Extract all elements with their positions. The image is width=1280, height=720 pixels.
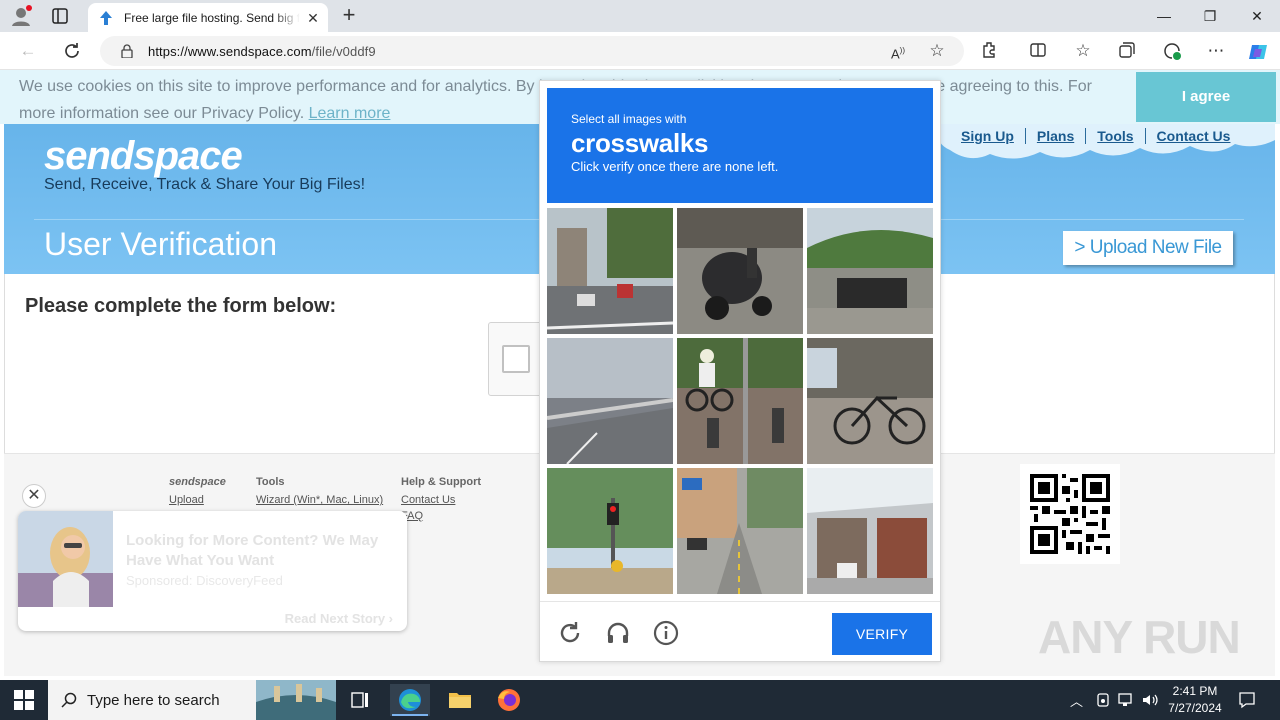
footer-col-sendspace: sendspace Upload [169,474,226,508]
minimize-button[interactable]: — [1154,6,1174,26]
ad-thumbnail-image [18,511,113,607]
page-title: User Verification [44,226,277,262]
footer-link-wizard[interactable]: Wizard (Win*, Mac, Linux) [256,492,383,508]
ad-read-next-link[interactable]: Read Next Story › [285,611,393,626]
restore-button[interactable]: ❐ [1200,6,1220,26]
qr-code [1020,464,1120,564]
agree-button[interactable]: I agree [1136,72,1276,122]
ad-sponsor: Sponsored: DiscoveryFeed [126,573,283,588]
captcha-checkbox[interactable] [502,345,530,373]
extensions-icon[interactable] [981,41,1001,61]
task-view-icon[interactable] [340,684,380,716]
close-window-button[interactable]: ✕ [1247,6,1267,26]
audio-challenge-icon[interactable] [605,620,631,646]
learn-more-link[interactable]: Learn more [309,105,391,122]
file-explorer-icon[interactable] [440,684,480,716]
tab-active[interactable]: Free large file hosting. Send big files … [88,3,328,32]
captcha-tile-5[interactable] [677,338,803,464]
lock-icon[interactable] [120,44,134,58]
captcha-checkbox-widget [488,322,542,396]
top-nav: Sign Up Plans Tools Contact Us [950,128,1241,144]
copilot-icon[interactable] [1247,41,1267,61]
captcha-tile-6[interactable] [807,338,933,464]
footer-link-upload[interactable]: Upload [169,492,226,508]
footer-col-tools: Tools Wizard (Win*, Mac, Linux) [256,474,383,508]
sendspace-logo[interactable]: sendspace [44,134,243,179]
refresh-icon[interactable] [62,41,82,61]
site-tagline: Send, Receive, Track & Share Your Big Fi… [44,176,366,193]
browser-toolbar: ← https://www.sendspace.com/file/v0ddf9 … [0,32,1280,70]
info-icon[interactable] [653,620,679,646]
footer-heading: sendspace [169,476,226,488]
clock-time: 2:41 PM [1172,684,1218,698]
search-highlight-image [256,680,336,720]
captcha-tile-4[interactable] [547,338,673,464]
footer-col-help: Help & Support Contact Us FAQ [401,474,481,524]
favorites-icon[interactable]: ☆ [1073,41,1093,61]
profile-icon[interactable] [10,5,32,27]
read-aloud-icon[interactable]: A)) [888,41,908,61]
anyrun-watermark: ANY RUN [1038,611,1241,663]
volume-icon[interactable] [1141,692,1159,708]
back-icon[interactable]: ← [18,41,38,61]
nav-tools[interactable]: Tools [1086,128,1146,144]
nav-plans[interactable]: Plans [1026,128,1087,144]
captcha-tile-3[interactable] [807,208,933,334]
network-icon[interactable] [1118,692,1136,708]
footer-link-contact[interactable]: Contact Us [401,492,481,508]
captcha-target: crosswalks [571,128,709,158]
captcha-tile-9[interactable] [807,468,933,594]
search-placeholder: Type here to search [87,691,220,709]
captcha-image-grid [547,208,935,596]
captcha-hint: Click verify once there are none left. [571,159,779,174]
search-icon [61,692,77,708]
captcha-footer: VERIFY [540,601,940,662]
tab-actions-icon[interactable] [50,6,70,26]
captcha-header: Select all images with crosswalks Click … [547,88,933,203]
captcha-tile-2[interactable] [677,208,803,334]
favorite-star-icon[interactable]: ☆ [927,41,947,61]
collections-icon[interactable] [1118,41,1138,61]
windows-start-icon[interactable] [14,690,34,710]
ad-close-button[interactable]: ✕ [22,484,46,508]
sponsored-ad-card[interactable]: Looking for More Content? We May Have Wh… [18,511,407,631]
address-bar[interactable]: https://www.sendspace.com/file/v0ddf9 [100,36,964,66]
split-screen-icon[interactable] [1029,41,1049,61]
firefox-icon[interactable] [489,684,529,716]
clock-date: 7/27/2024 [1168,701,1222,715]
captcha-challenge-dialog: Select all images with crosswalks Click … [539,80,941,662]
browser-essentials-icon[interactable] [1162,41,1182,61]
nav-contact-us[interactable]: Contact Us [1146,128,1242,144]
tab-title: Free large file hosting. Send big files [124,10,300,25]
ad-title: Looking for More Content? We May Have Wh… [126,532,379,569]
sendspace-favicon-icon [100,10,112,25]
footer-heading: Tools [256,476,285,488]
footer-link-faq[interactable]: FAQ [401,508,481,524]
nav-sign-up[interactable]: Sign Up [950,128,1026,144]
tray-chevron-icon[interactable]: ︿ [1070,691,1083,720]
browser-tab-bar: Free large file hosting. Send big files … [0,0,1280,32]
url-host: https://www.sendspace.com [148,43,312,59]
taskbar-clock[interactable]: 2:41 PM 7/27/2024 [1162,683,1228,717]
tab-close-icon[interactable]: ✕ [306,11,320,25]
new-tab-button[interactable]: + [338,4,360,27]
windows-taskbar: Type here to search ︿ 2:41 PM 7/27/2024 [0,680,1280,720]
tray-device-icon[interactable] [1095,692,1111,708]
captcha-tile-1[interactable] [547,208,673,334]
notifications-icon[interactable] [1238,691,1256,709]
reload-icon[interactable] [557,620,583,646]
edge-taskbar-icon[interactable] [390,684,430,716]
captcha-instruction: Select all images with [571,112,687,126]
taskbar-search-box[interactable]: Type here to search [48,680,336,720]
captcha-tile-8[interactable] [677,468,803,594]
form-heading: Please complete the form below: [25,295,337,317]
settings-more-icon[interactable]: ⋯ [1206,41,1226,61]
url-path: /file/v0ddf9 [311,43,376,59]
url-text[interactable]: https://www.sendspace.com/file/v0ddf9 [148,44,376,59]
verify-button[interactable]: VERIFY [832,613,932,655]
footer-heading: Help & Support [401,476,482,488]
captcha-tile-7[interactable] [547,468,673,594]
upload-new-file-button[interactable]: > Upload New File [1063,231,1233,265]
